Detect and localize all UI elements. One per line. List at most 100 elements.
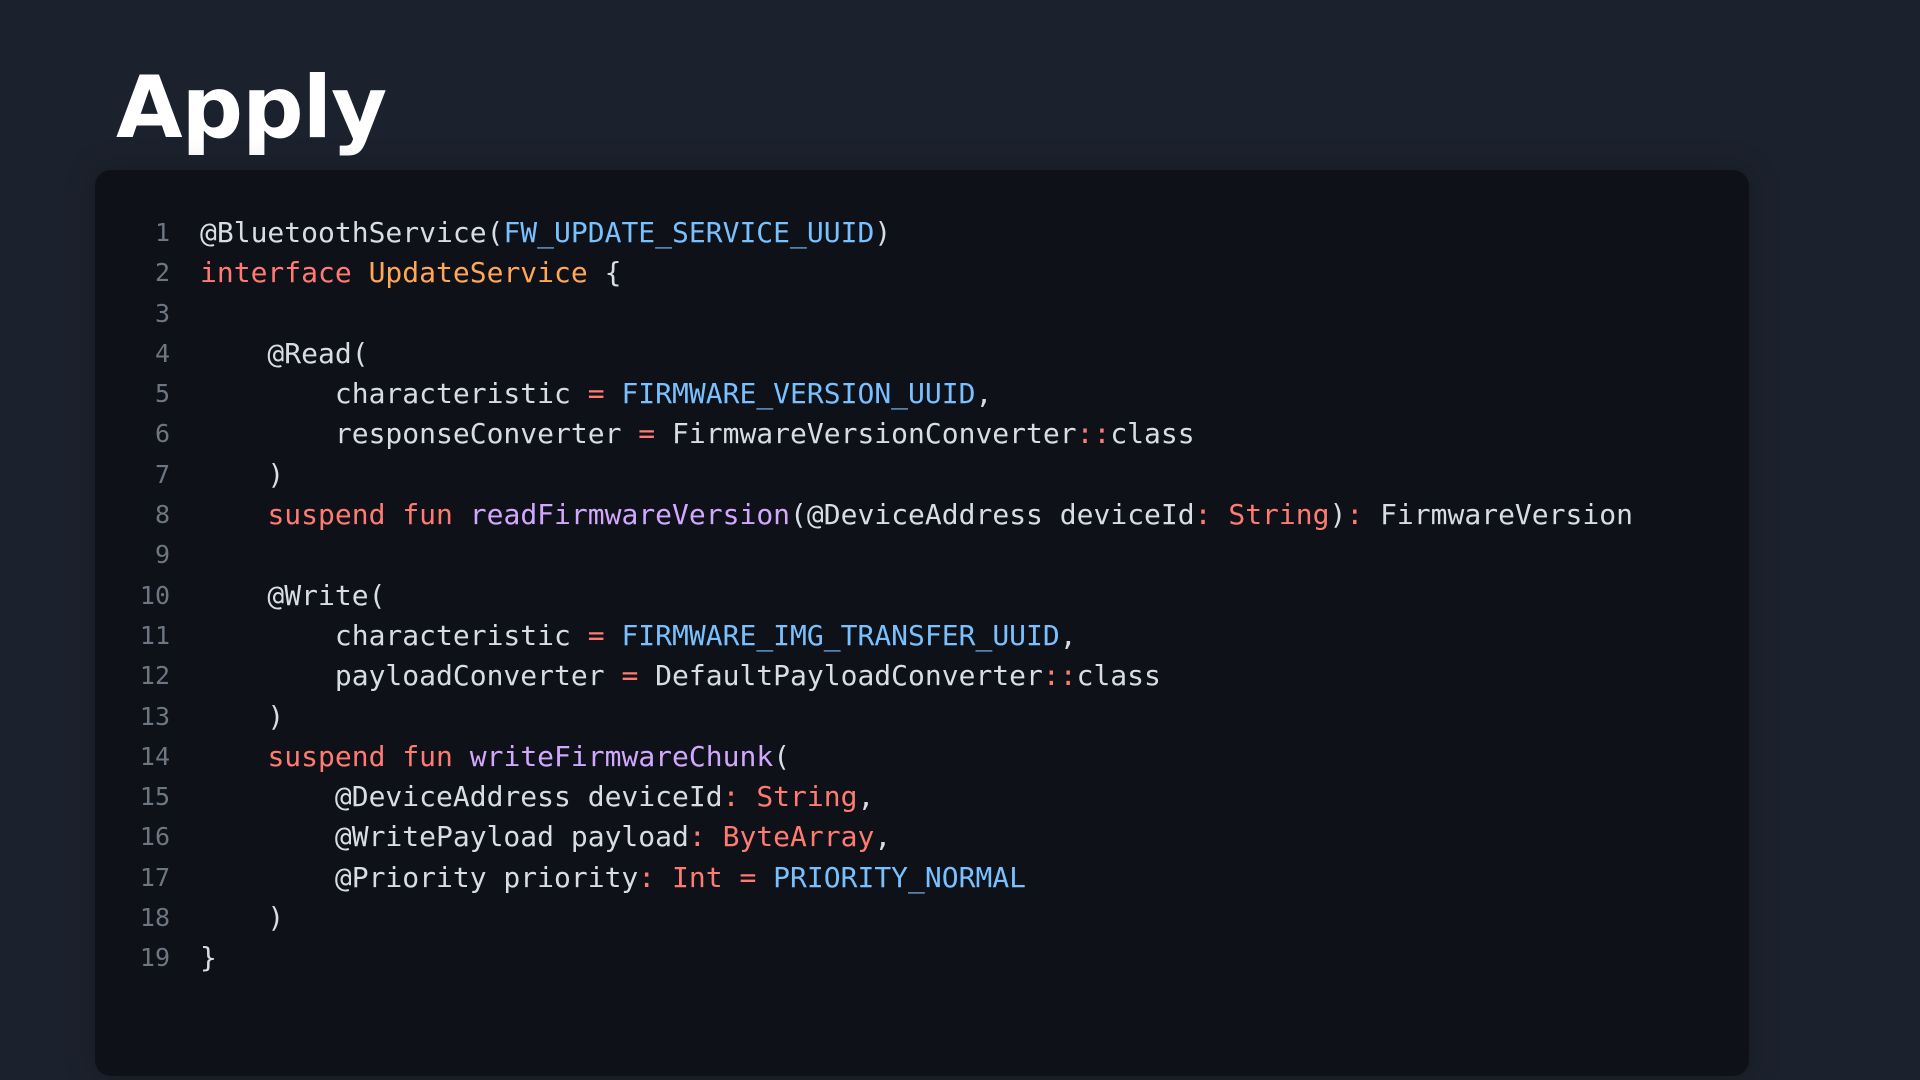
line-number: 11: [139, 620, 170, 650]
code-line: 1 @BluetoothService(FW_UPDATE_SERVICE_UUI…: [95, 213, 1633, 253]
code-token: @DeviceAddress deviceId: [200, 780, 723, 814]
line-number: 10: [139, 580, 170, 610]
code-token: ): [200, 457, 285, 491]
code-token: ,: [1059, 618, 1077, 652]
code-text: ): [170, 697, 284, 737]
code-line: 12 payloadConverter = DefaultPayloadConv…: [95, 656, 1633, 696]
code-line: 19}: [95, 938, 1633, 978]
code-token: responseConverter: [200, 417, 639, 451]
code-token: UpdateService: [368, 256, 588, 290]
code-text: @WritePayload payload: ByteArray,: [170, 817, 891, 857]
line-number: 7: [154, 459, 170, 489]
code-line: 3: [95, 294, 1633, 334]
code-text: responseConverter = FirmwareVersionConve…: [170, 414, 1195, 454]
code-token: =: [587, 377, 605, 411]
line-number: 2: [154, 258, 170, 288]
code-token: DefaultPayloadConverter: [638, 659, 1043, 693]
code-token: :: [638, 860, 656, 894]
code-text: suspend fun writeFirmwareChunk(: [170, 737, 790, 777]
code-token: Int: [672, 860, 723, 894]
code-text: @BluetoothService(FW_UPDATE_SERVICE_UUID…: [170, 213, 891, 253]
code-token: :: [1194, 498, 1212, 532]
code-token: :: [722, 780, 740, 814]
line-number: 16: [139, 822, 170, 852]
code-token: :: [688, 820, 706, 854]
code-line: 14 suspend fun writeFirmwareChunk(: [95, 737, 1633, 777]
line-number: 3: [154, 298, 170, 328]
line-number: 15: [139, 782, 170, 812]
code-text: @Read(: [170, 334, 369, 374]
code-token: ByteArray: [722, 820, 875, 854]
code-text: @Write(: [170, 576, 385, 616]
code-token: fun: [402, 498, 453, 532]
code-line: 11 characteristic = FIRMWARE_IMG_TRANSFE…: [95, 616, 1633, 656]
line-number: 17: [139, 862, 170, 892]
code-lines: 1 @BluetoothService(FW_UPDATE_SERVICE_UUI…: [95, 213, 1633, 979]
code-line: 2 interface UpdateService {: [95, 253, 1633, 293]
line-number: 19: [139, 943, 170, 973]
code-token: FirmwareVersion: [1363, 498, 1633, 532]
code-token: @Priority priority: [200, 860, 639, 894]
code-token: characteristic: [200, 377, 588, 411]
code-token: =: [621, 659, 639, 693]
code-token: ,: [857, 780, 875, 814]
code-text: ): [170, 898, 284, 938]
code-token: FIRMWARE_VERSION_UUID: [621, 377, 976, 411]
code-token: @Write(: [200, 578, 386, 612]
code-token: ): [1329, 498, 1347, 532]
code-line: 8 suspend fun readFirmwareVersion(@Devic…: [95, 495, 1633, 535]
code-line: 9: [95, 535, 1633, 575]
line-number: 1: [154, 218, 170, 247]
code-token: class: [1076, 659, 1161, 693]
code-token: suspend: [267, 498, 386, 532]
code-token: characteristic: [200, 618, 588, 652]
line-number: 9: [154, 540, 170, 570]
code-token: @BluetoothService(: [200, 216, 504, 249]
code-token: String: [756, 780, 858, 814]
code-text: }: [170, 938, 217, 978]
code-text: characteristic = FIRMWARE_VERSION_UUID,: [170, 374, 992, 414]
code-line: 7 ): [95, 455, 1633, 495]
code-token: ): [200, 699, 285, 733]
code-text: @DeviceAddress deviceId: String,: [170, 777, 874, 817]
code-line: 15 @DeviceAddress deviceId: String,: [95, 777, 1633, 817]
line-number: 18: [139, 903, 170, 933]
code-token: @WritePayload payload: [200, 820, 689, 854]
code-block: 1 @BluetoothService(FW_UPDATE_SERVICE_UUI…: [95, 170, 1749, 1076]
code-token: readFirmwareVersion: [469, 498, 791, 532]
code-token: (: [773, 739, 791, 773]
code-token: =: [587, 618, 605, 652]
line-number: 8: [154, 500, 170, 530]
code-text: suspend fun readFirmwareVersion(@DeviceA…: [170, 495, 1633, 535]
code-token: ): [200, 901, 285, 935]
code-token: FIRMWARE_IMG_TRANSFER_UUID: [621, 618, 1060, 652]
code-token: PRIORITY_NORMAL: [773, 860, 1027, 894]
code-token: ): [874, 216, 892, 249]
code-line: 5 characteristic = FIRMWARE_VERSION_UUID…: [95, 374, 1633, 414]
code-token: class: [1110, 417, 1195, 451]
code-token: ::: [1042, 659, 1077, 693]
code-token: ,: [874, 820, 892, 854]
code-token: }: [200, 941, 217, 975]
line-number: 6: [154, 419, 170, 449]
line-number: 5: [154, 379, 170, 409]
code-token: payloadConverter: [200, 659, 622, 693]
line-number: 4: [154, 338, 170, 368]
code-token: =: [739, 860, 757, 894]
line-number: 13: [139, 701, 170, 731]
slide-title: Apply: [116, 58, 387, 158]
code-token: @Read(: [200, 336, 369, 370]
code-line: 6 responseConverter = FirmwareVersionCon…: [95, 414, 1633, 454]
